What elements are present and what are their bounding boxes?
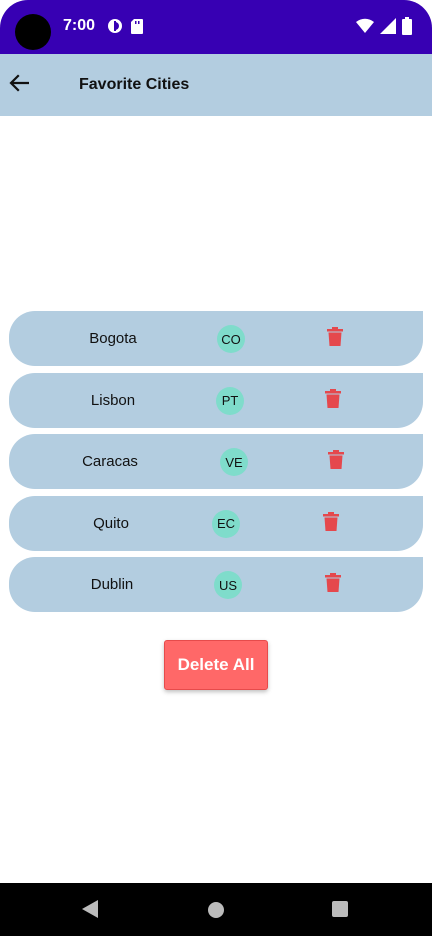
country-badge: CO — [217, 325, 245, 353]
wifi-icon — [356, 18, 374, 39]
app-bar: Favorite Cities — [0, 54, 432, 116]
status-icons-left — [107, 18, 143, 39]
delete-city-button[interactable] — [320, 324, 350, 354]
city-list: Bogota CO Lisbon PT Caracas VE Quito EC — [9, 311, 423, 619]
delete-city-button[interactable] — [318, 386, 348, 416]
arrow-back-icon — [9, 73, 30, 97]
nav-recents-icon[interactable] — [332, 901, 348, 917]
camera-cutout — [15, 14, 51, 50]
trash-icon — [327, 327, 343, 351]
trash-icon — [325, 388, 341, 413]
sd-card-icon — [131, 18, 143, 39]
country-badge: VE — [220, 448, 248, 476]
back-button[interactable] — [4, 66, 34, 104]
battery-icon — [402, 17, 412, 40]
country-badge: PT — [216, 386, 244, 415]
city-name: Lisbon — [90, 391, 136, 409]
status-time: 7:00 — [63, 17, 96, 34]
city-name: Bogota — [89, 330, 137, 347]
delete-all-button[interactable]: Delete All — [164, 640, 268, 690]
city-name: Caracas — [82, 453, 138, 470]
trash-icon — [328, 450, 344, 474]
city-row: Dublin US — [9, 557, 423, 612]
city-row: Bogota CO — [9, 311, 423, 366]
status-icons-right — [356, 17, 412, 40]
nav-home-icon[interactable] — [208, 902, 224, 918]
city-row: Caracas VE — [9, 434, 423, 489]
cell-signal-icon — [380, 18, 396, 39]
delete-city-button[interactable] — [321, 447, 351, 477]
city-row: Quito EC — [9, 495, 423, 551]
country-badge: US — [214, 571, 242, 599]
status-bar: 7:00 — [0, 0, 432, 54]
system-nav-bar — [0, 883, 432, 936]
trash-icon — [323, 511, 339, 536]
city-name: Dublin — [90, 576, 134, 593]
delete-city-button[interactable] — [316, 509, 346, 539]
delete-city-button[interactable] — [318, 570, 348, 600]
page-title: Favorite Cities — [79, 76, 190, 93]
assistant-icon — [107, 18, 123, 39]
city-row: Lisbon PT — [9, 372, 423, 428]
nav-back-icon[interactable] — [82, 900, 98, 923]
city-name: Quito — [93, 514, 129, 532]
country-badge: EC — [212, 509, 240, 538]
trash-icon — [325, 573, 341, 597]
